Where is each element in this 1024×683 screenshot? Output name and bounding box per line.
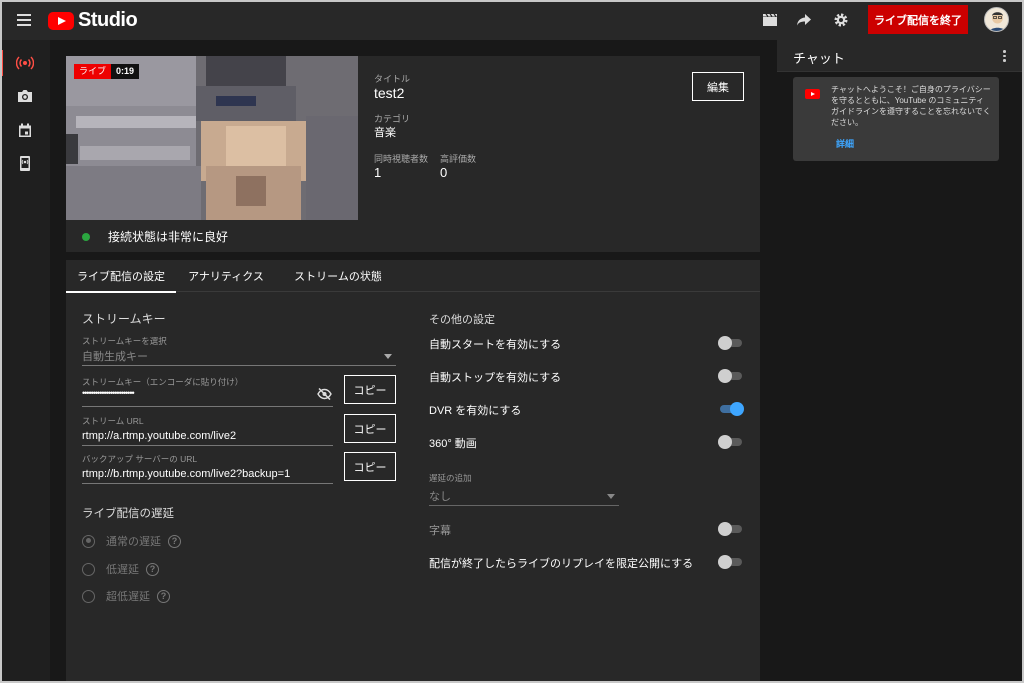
viewers-value: 1 (374, 165, 382, 180)
radio-low-label: 低遅延 (106, 564, 139, 576)
chat-title: チャット (793, 51, 845, 66)
edit-button[interactable]: 編集 (692, 72, 744, 101)
radio-ultra-low[interactable] (82, 589, 95, 603)
likes-value: 0 (440, 165, 448, 180)
help-icon[interactable]: ? (157, 589, 170, 603)
360-video-toggle[interactable] (718, 435, 744, 449)
copy-backup-url-button[interactable]: コピー (344, 452, 396, 481)
category-value: 音楽 (374, 127, 396, 139)
youtube-logo-icon (48, 11, 74, 30)
live-badge: ライブ 0:19 (74, 64, 140, 79)
chat-header: チャット (777, 40, 1022, 72)
unlisted-replay-toggle[interactable] (718, 555, 744, 569)
top-bar: Studio ライブ配信を終了 (0, 0, 1024, 40)
stream-preview-panel: ライブ 0:19 接続状態は非常に良好 タイトル test2 カテゴリ 音楽 同… (66, 56, 760, 252)
settings-panel: ライブ配信の設定 アナリティクス ストリームの状態 ストリームキー ストリームキ… (66, 260, 760, 683)
delay-underline (429, 505, 619, 506)
help-icon[interactable]: ? (168, 534, 181, 548)
auto-stop-toggle[interactable] (718, 369, 744, 383)
auto-start-label: 自動スタートを有効にする (429, 339, 562, 351)
viewers-label: 同時視聴者数 (374, 154, 429, 164)
stream-key-heading: ストリームキー (82, 312, 166, 326)
chat-welcome-message: チャットへようこそ！ご自身のプライバシーを守るとともに、YouTube のコミュ… (793, 77, 999, 161)
stream-key-select-label: ストリームキーを選択 (82, 336, 167, 346)
settings-tabs: ライブ配信の設定 アナリティクス ストリームの状態 (66, 260, 760, 293)
title-value: test2 (374, 85, 405, 101)
chat-panel: チャット チャットへようこそ！ご自身のプライバシーを守るとともに、YouTube… (777, 40, 1022, 683)
side-navigation (0, 40, 50, 683)
share-icon[interactable] (794, 10, 814, 30)
nav-webcam-icon[interactable] (0, 79, 50, 113)
youtube-logo-icon (805, 89, 820, 99)
backup-url-field[interactable]: rtmp://b.rtmp.youtube.com/live2?backup=1 (82, 468, 290, 480)
logo-text: Studio (78, 9, 138, 31)
tab-analytics[interactable]: アナリティクス (181, 260, 271, 292)
url-underline (82, 445, 333, 446)
likes-label: 高評価数 (440, 154, 477, 164)
visibility-off-icon[interactable] (317, 388, 332, 400)
latency-option-normal[interactable]: 通常の遅延 ? (82, 533, 181, 549)
clapperboard-icon[interactable] (760, 10, 780, 30)
radio-normal[interactable] (82, 534, 95, 548)
other-settings-heading: その他の設定 (429, 314, 495, 326)
copy-stream-url-button[interactable]: コピー (344, 414, 396, 443)
stream-key-label: ストリームキー（エンコーダに貼り付け） (82, 377, 244, 387)
unlisted-replay-label: 配信が終了したらライブのリプレイを限定公開にする (429, 558, 694, 570)
end-stream-button[interactable]: ライブ配信を終了 (868, 5, 968, 34)
nav-stream-icon[interactable] (0, 46, 50, 80)
radio-ultra-low-label: 超低遅延 (106, 591, 150, 603)
latency-heading: ライブ配信の遅延 (82, 508, 174, 520)
stream-url-field[interactable]: rtmp://a.rtmp.youtube.com/live2 (82, 430, 236, 442)
captions-toggle[interactable] (718, 522, 744, 536)
latency-option-ultra-low[interactable]: 超低遅延 ? (82, 588, 170, 604)
live-label: ライブ (74, 64, 112, 79)
nav-mobile-stream-icon[interactable] (0, 146, 50, 180)
select-underline (82, 365, 396, 366)
chevron-down-icon[interactable] (384, 354, 392, 359)
details-link[interactable]: 詳細 (836, 137, 854, 150)
connection-status: 接続状態は非常に良好 (82, 228, 228, 245)
dvr-toggle[interactable] (718, 402, 744, 416)
dvr-label: DVR を有効にする (429, 405, 522, 417)
tab-stream-health[interactable]: ストリームの状態 (284, 260, 392, 292)
title-label: タイトル (374, 74, 411, 84)
stream-url-label: ストリーム URL (82, 416, 144, 426)
captions-label: 字幕 (429, 525, 451, 537)
studio-logo[interactable]: Studio (48, 9, 138, 32)
chevron-down-icon[interactable] (607, 494, 615, 499)
help-icon[interactable]: ? (146, 562, 159, 576)
stream-key-select-value[interactable]: 自動生成キー (82, 348, 148, 364)
latency-option-low[interactable]: 低遅延 ? (82, 561, 159, 577)
menu-icon[interactable] (14, 10, 36, 30)
tab-stream-settings[interactable]: ライブ配信の設定 (66, 260, 176, 293)
nav-schedule-icon[interactable] (0, 113, 50, 147)
key-underline (82, 406, 333, 407)
connection-status-text: 接続状態は非常に良好 (108, 230, 229, 244)
360-video-label: 360° 動画 (429, 438, 477, 450)
copy-stream-key-button[interactable]: コピー (344, 375, 396, 404)
radio-low[interactable] (82, 562, 95, 576)
video-preview[interactable]: ライブ 0:19 (66, 56, 358, 220)
account-avatar[interactable] (984, 7, 1009, 32)
stream-key-field[interactable]: •••••••••••••••••••••••• (82, 388, 135, 398)
auto-stop-label: 自動ストップを有効にする (429, 372, 562, 384)
welcome-text: チャットへようこそ！ご自身のプライバシーを守るとともに、YouTube のコミュ… (831, 85, 991, 127)
delay-label: 遅延の追加 (429, 473, 472, 483)
backup-underline (82, 483, 333, 484)
more-options-icon[interactable] (1000, 48, 1008, 64)
auto-start-toggle[interactable] (718, 336, 744, 350)
radio-normal-label: 通常の遅延 (106, 536, 161, 548)
status-dot-icon (82, 232, 90, 241)
settings-gear-icon[interactable] (831, 10, 851, 30)
backup-url-label: バックアップ サーバーの URL (82, 454, 198, 464)
delay-select-value[interactable]: なし (429, 488, 451, 504)
elapsed-time: 0:19 (111, 64, 140, 79)
